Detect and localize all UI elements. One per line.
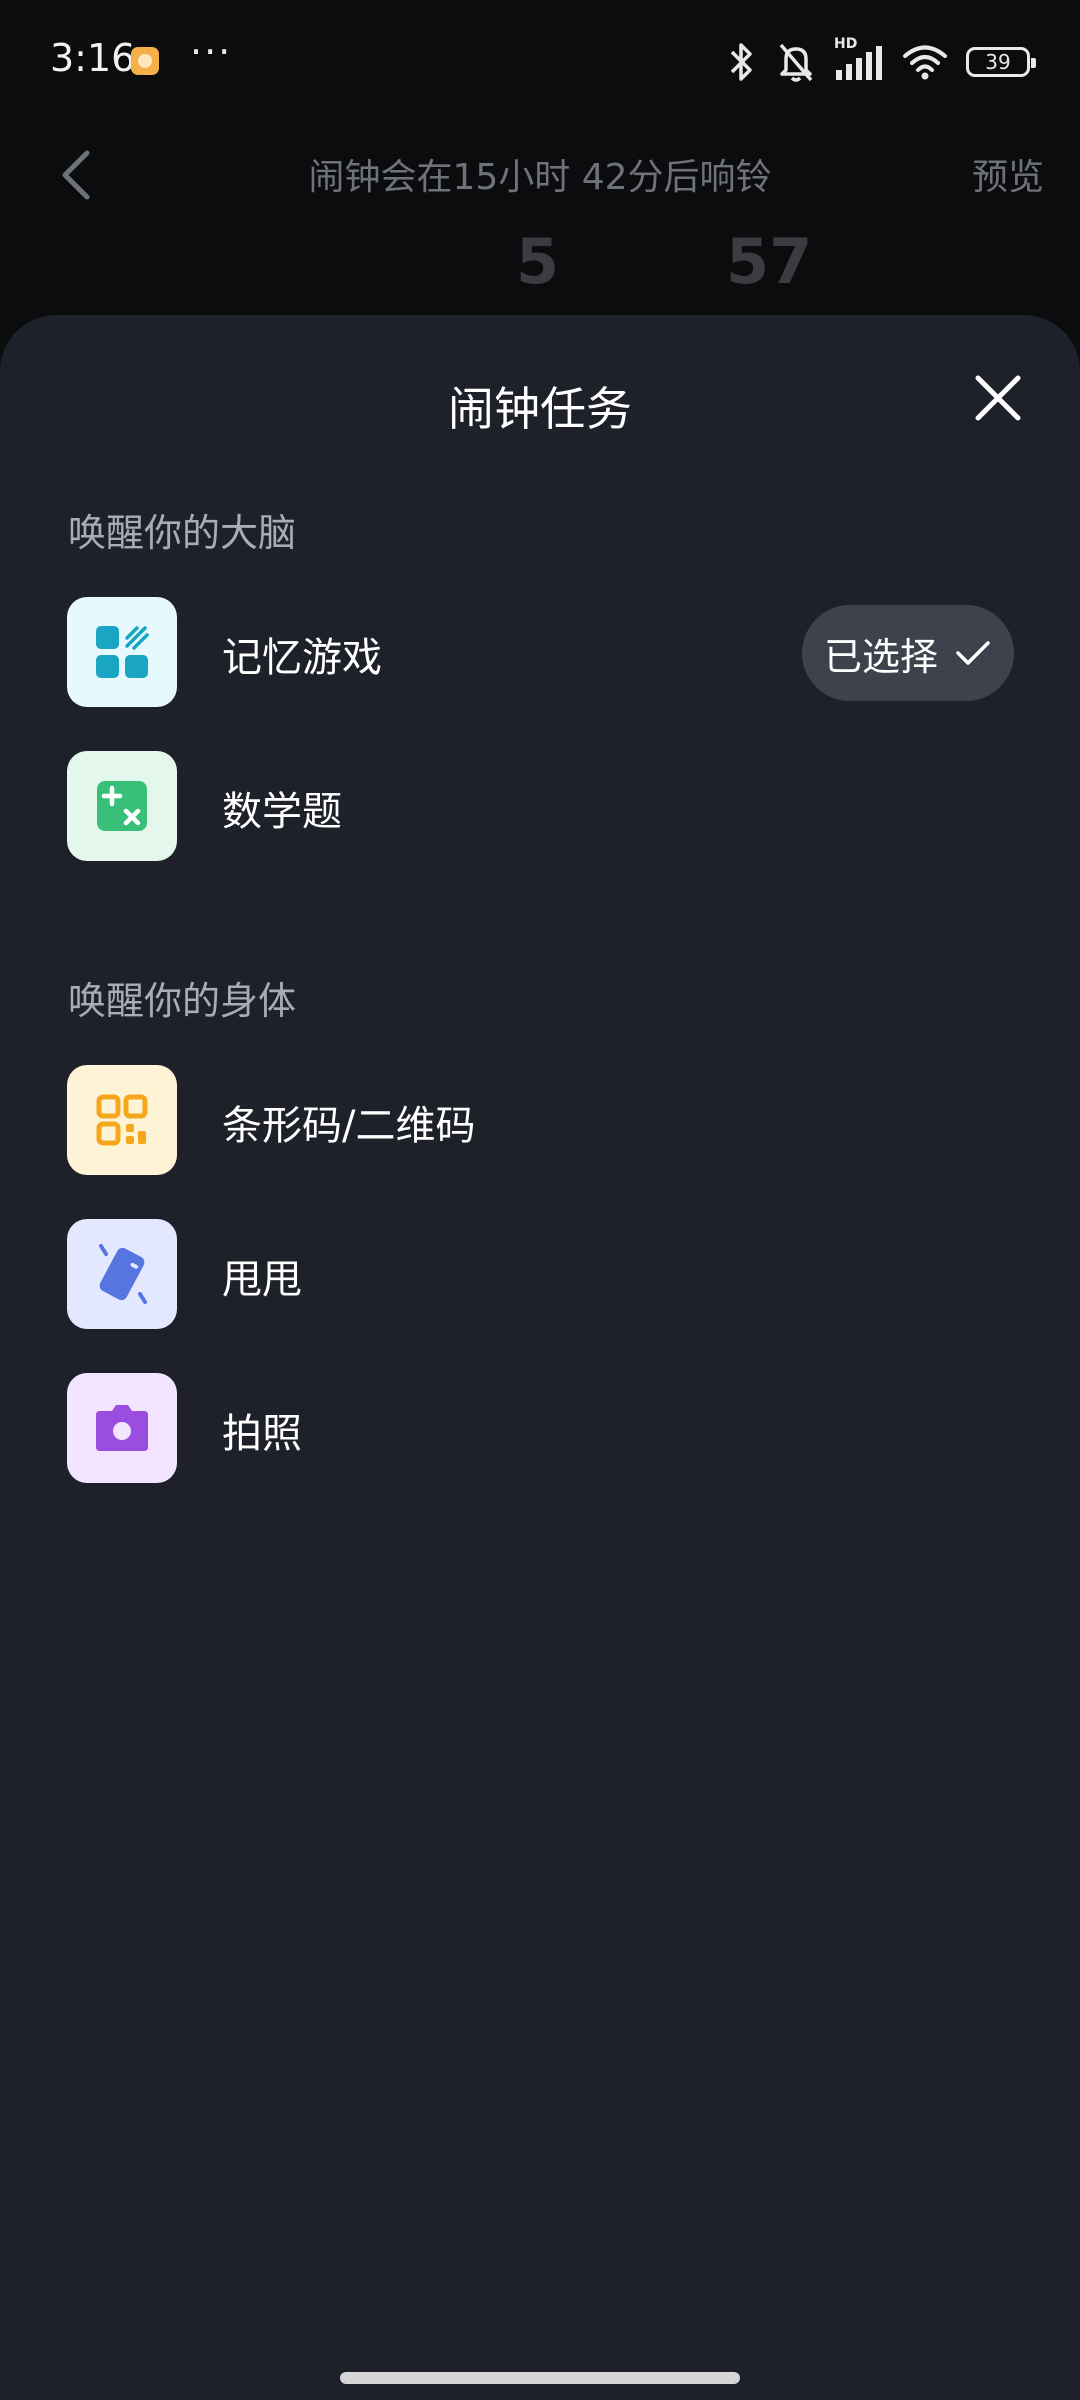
task-label: 条形码/二维码 (222, 1103, 476, 1149)
check-icon (956, 641, 990, 665)
task-item-math[interactable]: 数学题 (0, 751, 1080, 863)
close-button[interactable] (970, 370, 1026, 426)
task-label: 记忆游戏 (222, 635, 382, 681)
selected-badge[interactable]: 已选择 (802, 605, 1014, 701)
memory-game-icon (67, 597, 177, 707)
camera-icon (67, 1373, 177, 1483)
status-icons: HD 39 (724, 36, 1036, 86)
muted-bell-icon (779, 43, 813, 82)
cellular-signal-icon: HD (834, 36, 884, 84)
qr-code-icon (67, 1065, 177, 1175)
status-bar: 3:16 ··· HD 39 (0, 0, 1080, 120)
task-item-shake[interactable]: 甩甩 (0, 1219, 1080, 1331)
alarm-edit-header: 闹钟会在15小时 42分后响铃 预览 (0, 120, 1080, 230)
battery-icon: 39 (966, 47, 1036, 77)
task-label: 拍照 (222, 1411, 302, 1457)
task-item-memory-game[interactable]: 记忆游戏 已选择 (0, 597, 1080, 709)
battery-level: 39 (985, 50, 1011, 74)
sheet-title: 闹钟任务 (448, 382, 632, 436)
status-time: 3:16 (50, 36, 136, 80)
task-label: 甩甩 (222, 1257, 302, 1303)
home-indicator[interactable] (340, 2372, 740, 2384)
task-label: 数学题 (222, 789, 342, 835)
math-icon (67, 751, 177, 861)
bluetooth-icon (730, 43, 752, 81)
section-header-body: 唤醒你的身体 (68, 979, 297, 1023)
section-header-brain: 唤醒你的大脑 (68, 511, 297, 555)
task-item-photo[interactable]: 拍照 (0, 1373, 1080, 1485)
ring-countdown-title: 闹钟会在15小时 42分后响铃 (308, 157, 772, 198)
app-notification-icon (131, 47, 159, 75)
wifi-icon (903, 45, 947, 80)
minute-picker-value[interactable]: 57 (726, 225, 812, 298)
close-icon (975, 375, 1021, 421)
more-notifications-icon: ··· (190, 30, 233, 74)
alarm-task-sheet: 闹钟任务 唤醒你的大脑 记忆游戏 已选择 数学题 唤醒你的身体 条形码/二维码 … (0, 315, 1080, 2400)
selected-label: 已选择 (823, 634, 938, 679)
screen: 3:16 ··· HD 39 闹钟会在15小时 42分后响铃 预览 5 57 闹… (0, 0, 1080, 2400)
hour-picker-value[interactable]: 5 (516, 225, 559, 298)
shake-phone-icon (67, 1219, 177, 1329)
preview-button[interactable]: 预览 (972, 148, 1044, 200)
task-item-qr-code[interactable]: 条形码/二维码 (0, 1065, 1080, 1177)
